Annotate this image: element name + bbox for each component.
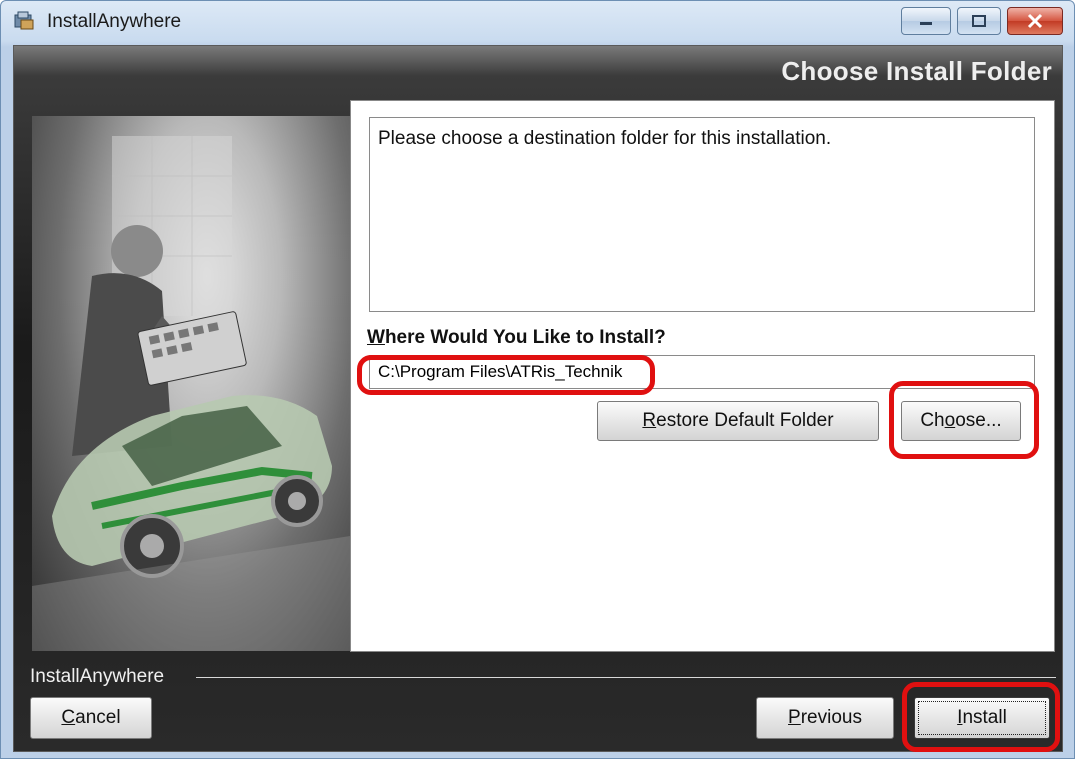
restore-default-folder-button[interactable]: Restore Default Folder [597,401,879,441]
installanywhere-brand-label: InstallAnywhere [30,666,165,687]
close-icon [1027,13,1043,29]
maximize-button[interactable] [957,7,1001,35]
previous-button[interactable]: Previous [756,697,894,739]
cancel-mnemonic: C [61,707,76,728]
installer-body: Choose Install Folder Please choose a de… [13,45,1063,752]
mechanic-car-illustration [32,136,350,651]
cancel-button[interactable]: Cancel [30,697,152,739]
footer-divider [196,677,1056,678]
install-button[interactable]: Install [914,697,1050,739]
restore-label-rest: estore Default Folder [656,410,834,431]
choose-label-after: ose... [955,410,1002,431]
restore-mnemonic: R [642,410,657,431]
choose-folder-button[interactable]: Choose... [901,401,1021,441]
minimize-button[interactable] [901,7,951,35]
install-location-label-mnemonic: W [367,327,385,348]
description-text: Please choose a destination folder for t… [378,128,832,149]
close-button[interactable] [1007,7,1063,35]
installer-side-image [32,116,350,651]
window-title: InstallAnywhere [47,11,182,32]
previous-label-rest: revious [800,707,862,728]
choose-label-before: Ch [920,410,945,431]
minimize-icon [920,22,932,25]
install-focus-ring: Install [918,701,1046,735]
install-location-label-rest: here Would You Like to Install? [384,327,666,348]
description-box: Please choose a destination folder for t… [369,117,1035,312]
choose-mnemonic: o [944,410,956,431]
title-bar[interactable]: InstallAnywhere [1,1,1074,43]
install-path-input[interactable] [369,355,1035,389]
previous-mnemonic: P [788,707,801,728]
cancel-label-rest: ancel [75,707,121,728]
maximize-icon [972,15,986,27]
content-panel: Please choose a destination folder for t… [350,100,1055,652]
install-location-label: Where Would You Like to Install? [367,327,666,349]
installanywhere-app-icon [14,11,34,30]
step-title: Choose Install Folder [781,56,1052,86]
install-label-rest: nstall [962,707,1007,728]
installer-window: InstallAnywhere Choose Install Folder Pl… [0,0,1075,759]
